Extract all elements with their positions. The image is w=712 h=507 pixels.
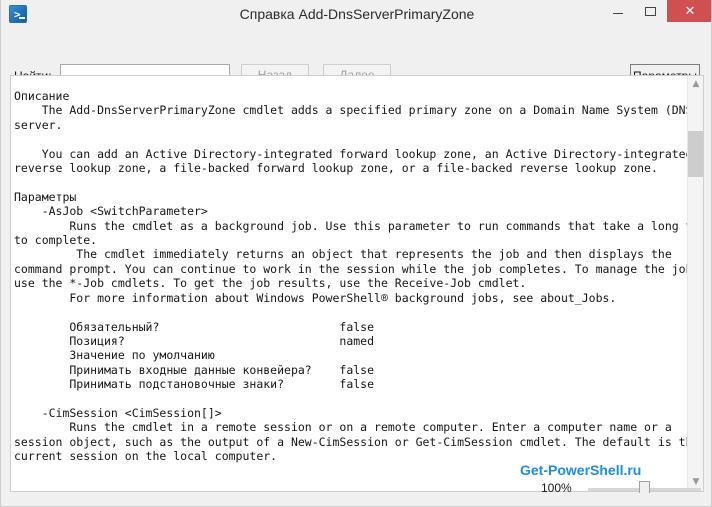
window-bottom-strip (1, 493, 711, 506)
maximize-icon (645, 7, 656, 16)
close-icon: ✕ (684, 3, 696, 18)
vertical-scrollbar[interactable]: ▲ ▼ (687, 76, 703, 491)
minimize-button[interactable] (601, 0, 634, 22)
search-toolbar: Найти: Назад Далее Параметры (1, 28, 711, 89)
help-text: Описание The Add-DnsServerPrimaryZone cm… (14, 89, 687, 464)
close-button[interactable]: ✕ (667, 0, 711, 22)
scrollbar-thumb[interactable] (688, 131, 703, 177)
help-content-pane: Описание The Add-DnsServerPrimaryZone cm… (10, 75, 704, 492)
help-window: > Справка Add-DnsServerPrimaryZone ✕ Най… (0, 0, 712, 507)
scroll-up-arrow-icon[interactable]: ▲ (688, 76, 703, 93)
title-bar: > Справка Add-DnsServerPrimaryZone ✕ (1, 0, 711, 29)
minimize-icon (613, 13, 623, 14)
help-document: Описание The Add-DnsServerPrimaryZone cm… (11, 76, 687, 491)
maximize-button[interactable] (634, 0, 667, 22)
watermark: Get-PowerShell.ru (520, 462, 642, 478)
